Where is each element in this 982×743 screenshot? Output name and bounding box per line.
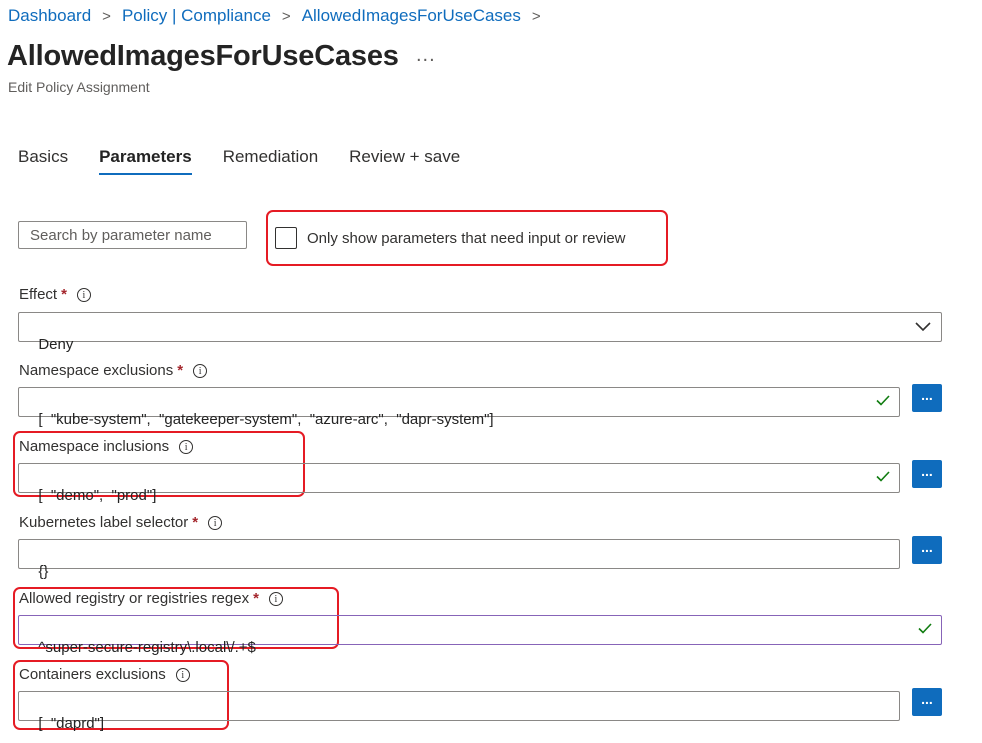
effect-label-text: Effect bbox=[19, 286, 58, 303]
namespace-exclusions-label-text: Namespace exclusions bbox=[19, 362, 174, 379]
allowed-registry-label-text: Allowed registry or registries regex bbox=[19, 590, 250, 607]
breadcrumb: Dashboard > Policy | Compliance > Allowe… bbox=[8, 6, 552, 26]
tab-basics[interactable]: Basics bbox=[18, 147, 68, 175]
allowed-registry-value: ^super-secure-registry\.local\/.+$ bbox=[38, 639, 256, 656]
required-marker: * bbox=[192, 514, 199, 531]
containers-exclusions-value: [ "daprd"] bbox=[38, 715, 105, 732]
search-input[interactable] bbox=[18, 221, 247, 249]
required-marker: * bbox=[61, 286, 67, 303]
required-marker: * bbox=[253, 590, 259, 607]
namespace-exclusions-input[interactable]: [ "kube-system", "gatekeeper-system", "a… bbox=[18, 387, 900, 428]
page-subtitle: Edit Policy Assignment bbox=[8, 79, 150, 95]
tab-parameters[interactable]: Parameters bbox=[99, 147, 192, 175]
containers-exclusions-label-text: Containers exclusions bbox=[19, 666, 166, 683]
containers-exclusions-edit-button[interactable]: ... bbox=[912, 688, 942, 716]
containers-exclusions-input[interactable]: [ "daprd"] bbox=[18, 691, 900, 732]
only-show-filter[interactable]: Only show parameters that need input or … bbox=[275, 227, 626, 249]
checkmark-icon bbox=[876, 395, 890, 406]
checkmark-icon bbox=[918, 623, 932, 634]
tab-bar: Basics Parameters Remediation Review + s… bbox=[18, 147, 491, 175]
breadcrumb-separator: > bbox=[531, 7, 541, 25]
breadcrumb-separator: > bbox=[102, 7, 111, 25]
label-selector-label-text: Kubernetes label selector bbox=[19, 514, 189, 531]
allowed-registry-input[interactable]: ^super-secure-registry\.local\/.+$ bbox=[18, 615, 942, 656]
namespace-exclusions-label: Namespace exclusions * i bbox=[19, 362, 208, 379]
namespace-exclusions-value: [ "kube-system", "gatekeeper-system", "a… bbox=[38, 411, 494, 428]
info-icon[interactable]: i bbox=[208, 515, 223, 530]
breadcrumb-current-assignment[interactable]: AllowedImagesForUseCases bbox=[302, 6, 521, 26]
info-icon[interactable]: i bbox=[179, 439, 194, 454]
label-selector-input[interactable]: {} bbox=[18, 539, 900, 580]
effect-label: Effect * i bbox=[19, 286, 91, 303]
namespace-inclusions-value: [ "demo", "prod"] bbox=[38, 487, 157, 504]
filter-label: Only show parameters that need input or … bbox=[307, 229, 626, 247]
chevron-down-icon bbox=[915, 322, 931, 332]
page-title: AllowedImagesForUseCases bbox=[7, 40, 399, 72]
namespace-inclusions-edit-button[interactable]: ... bbox=[912, 460, 942, 488]
effect-value: Deny bbox=[38, 336, 74, 353]
label-selector-edit-button[interactable]: ... bbox=[912, 536, 942, 564]
namespace-inclusions-label: Namespace inclusions i bbox=[19, 438, 194, 455]
allowed-registry-label: Allowed registry or registries regex * i bbox=[19, 590, 283, 607]
more-icon[interactable]: ... bbox=[416, 44, 436, 67]
effect-dropdown[interactable]: Deny bbox=[18, 312, 942, 353]
breadcrumb-policy-compliance[interactable]: Policy | Compliance bbox=[122, 6, 271, 26]
containers-exclusions-label: Containers exclusions i bbox=[19, 666, 190, 683]
breadcrumb-separator: > bbox=[281, 7, 291, 25]
label-selector-label: Kubernetes label selector * i bbox=[19, 514, 223, 531]
info-icon[interactable]: i bbox=[268, 591, 283, 606]
namespace-inclusions-input[interactable]: [ "demo", "prod"] bbox=[18, 463, 900, 504]
tab-remediation[interactable]: Remediation bbox=[223, 147, 318, 175]
namespace-exclusions-edit-button[interactable]: ... bbox=[912, 384, 942, 412]
required-marker: * bbox=[177, 362, 184, 379]
checkmark-icon bbox=[876, 471, 890, 482]
tab-review-save[interactable]: Review + save bbox=[349, 147, 460, 175]
filter-checkbox[interactable] bbox=[275, 227, 297, 249]
label-selector-value: {} bbox=[38, 563, 49, 580]
info-icon[interactable]: i bbox=[193, 363, 208, 378]
namespace-inclusions-label-text: Namespace inclusions bbox=[19, 438, 170, 455]
info-icon[interactable]: i bbox=[76, 287, 91, 302]
breadcrumb-dashboard[interactable]: Dashboard bbox=[8, 6, 91, 26]
info-icon[interactable]: i bbox=[175, 667, 190, 682]
